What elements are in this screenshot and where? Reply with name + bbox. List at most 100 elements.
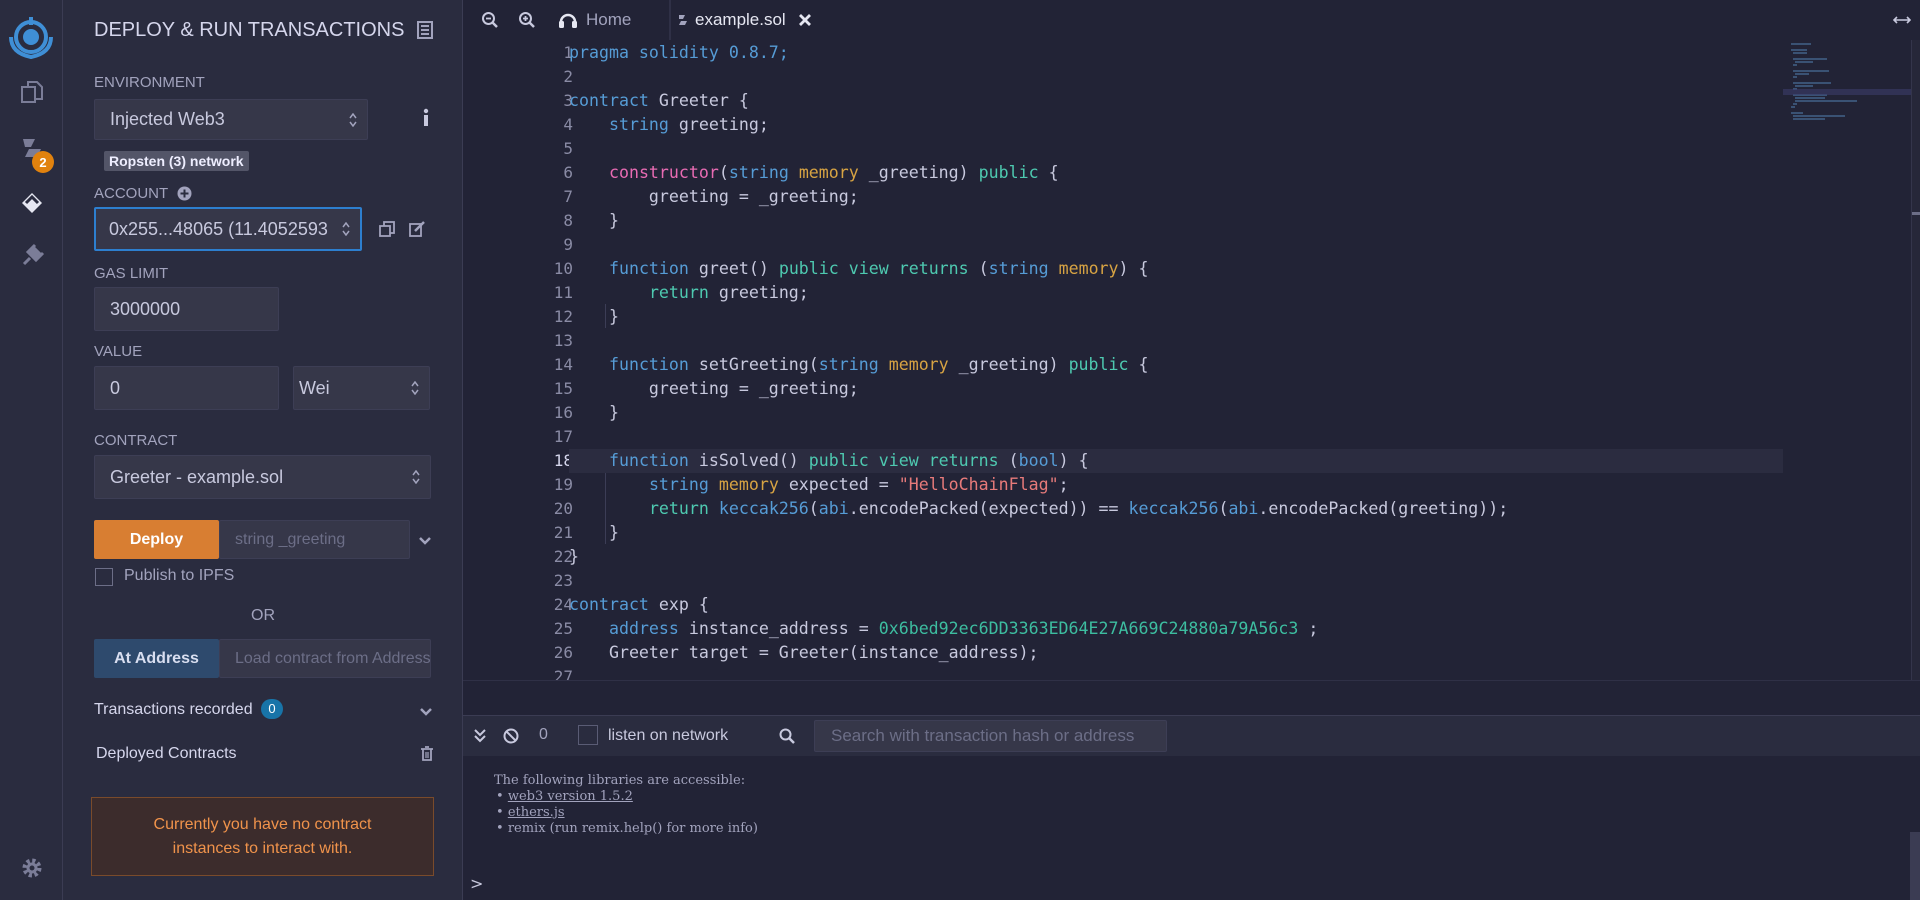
terminal-lib-item: • web3 version 1.5.2 bbox=[496, 789, 633, 804]
zoom-out-icon[interactable] bbox=[481, 11, 499, 34]
code-line[interactable]: pragma solidity 0.8.7; bbox=[569, 41, 789, 65]
file-explorer-icon[interactable] bbox=[16, 76, 48, 108]
code-token: returns bbox=[928, 451, 1009, 470]
code-minimap[interactable] bbox=[1783, 40, 1911, 680]
copy-account-icon[interactable] bbox=[379, 221, 395, 242]
line-number: 4 bbox=[563, 115, 573, 134]
transactions-chevron-icon[interactable] bbox=[419, 704, 433, 722]
collapse-terminal-icon[interactable] bbox=[473, 728, 487, 749]
code-line[interactable]: Greeter target = Greeter(instance_addres… bbox=[569, 641, 1039, 665]
code-editor[interactable]: 1 2 3 4 5 6 7 8 9 10 11 12 13 14 15 16 17 18 19 20 21 22 23 24 2… bbox=[463, 40, 1920, 680]
terminal-resize-bar[interactable] bbox=[463, 680, 1920, 716]
deploy-run-icon[interactable] bbox=[16, 187, 48, 219]
code-line[interactable]: function setGreeting(string memory _gree… bbox=[569, 353, 1149, 377]
line-number: 12 bbox=[553, 307, 573, 326]
value-unit-select[interactable]: Wei bbox=[293, 366, 430, 410]
add-account-icon[interactable] bbox=[177, 186, 192, 206]
code-token: address bbox=[608, 619, 689, 638]
code-token: view bbox=[878, 451, 929, 470]
remix-lib-text: remix (run remix.help() for more info) bbox=[507, 821, 758, 836]
expand-args-chevron-icon[interactable] bbox=[418, 533, 432, 551]
code-line[interactable]: return keccak256(abi.encodePacked(expect… bbox=[569, 497, 1508, 521]
code-token: contract bbox=[569, 595, 659, 614]
code-line[interactable]: } bbox=[569, 209, 619, 233]
account-select[interactable]: 0x255...48065 (11.4052593 bbox=[94, 207, 362, 251]
remix-logo-icon[interactable] bbox=[6, 12, 56, 62]
code-token: { bbox=[1138, 355, 1149, 374]
no-instances-alert: Currently you have no contract instances… bbox=[91, 797, 434, 876]
code-line[interactable]: } bbox=[569, 545, 579, 569]
code-token: public bbox=[1068, 355, 1139, 374]
code-line[interactable]: greeting = _greeting; bbox=[569, 377, 859, 401]
ethers-lib-link[interactable]: ethers.js bbox=[508, 805, 565, 820]
code-token: public bbox=[978, 163, 1049, 182]
zoom-in-icon[interactable] bbox=[518, 11, 536, 34]
transaction-search-input[interactable]: Search with transaction hash or address bbox=[814, 720, 1167, 752]
line-number: 1 bbox=[563, 43, 573, 62]
constructor-args-input[interactable]: string _greeting bbox=[219, 520, 410, 559]
close-tab-icon[interactable] bbox=[798, 13, 812, 27]
code-line[interactable]: string memory expected = "HelloChainFlag… bbox=[569, 473, 1069, 497]
network-badge: Ropsten (3) network bbox=[104, 151, 249, 171]
gas-limit-input[interactable]: 3000000 bbox=[94, 287, 279, 331]
tab-example-sol[interactable]: example.sol bbox=[677, 0, 827, 40]
toggle-panel-arrows-icon[interactable] bbox=[1892, 12, 1912, 30]
code-token: keccak256 bbox=[718, 499, 809, 518]
transactions-recorded-label[interactable]: Transactions recorded bbox=[94, 701, 253, 719]
code-line[interactable]: contract exp { bbox=[569, 593, 709, 617]
terminal-prompt[interactable]: > bbox=[470, 874, 483, 893]
code-token: return bbox=[648, 499, 719, 518]
code-line[interactable]: function isSolved() public view returns … bbox=[569, 449, 1809, 473]
environment-select[interactable]: Injected Web3 bbox=[94, 99, 368, 140]
listen-network-checkbox[interactable] bbox=[578, 725, 598, 745]
at-address-input[interactable]: Load contract from Address bbox=[219, 639, 431, 678]
value-input[interactable]: 0 bbox=[94, 366, 279, 410]
value-unit: Wei bbox=[299, 377, 330, 398]
code-token: Greeter target = Greeter(instance_addres… bbox=[569, 643, 1039, 662]
code-line[interactable]: string greeting; bbox=[569, 113, 769, 137]
code-lines[interactable]: pragma solidity 0.8.7; contract Greeter {… bbox=[569, 40, 1809, 680]
line-number: 11 bbox=[553, 283, 573, 302]
code-token: memory bbox=[718, 475, 789, 494]
terminal-scrollbar-thumb[interactable] bbox=[1910, 832, 1920, 900]
code-token: Greeter { bbox=[658, 91, 749, 110]
web3-lib-link[interactable]: web3 version 1.5.2 bbox=[508, 789, 633, 804]
listen-network-label: listen on network bbox=[608, 727, 729, 744]
documentation-icon[interactable] bbox=[417, 21, 433, 44]
sign-message-icon[interactable] bbox=[409, 221, 426, 242]
code-line[interactable]: contract Greeter { bbox=[569, 89, 749, 113]
line-number: 13 bbox=[553, 331, 573, 350]
terminal-lib-item: • ethers.js bbox=[496, 805, 565, 820]
contract-select[interactable]: Greeter - example.sol bbox=[94, 455, 431, 499]
code-token: ( bbox=[1218, 499, 1229, 518]
clear-instances-trash-icon[interactable] bbox=[420, 746, 434, 767]
code-token: ( bbox=[1008, 451, 1019, 470]
code-line[interactable]: } bbox=[569, 401, 619, 425]
code-line[interactable]: address instance_address = 0x6bed92ec6DD… bbox=[569, 617, 1318, 641]
code-line[interactable]: return greeting; bbox=[569, 281, 809, 305]
editor-vertical-scrollbar[interactable] bbox=[1911, 40, 1920, 680]
environment-info-icon[interactable] bbox=[422, 108, 430, 133]
code-line[interactable]: } bbox=[569, 521, 619, 545]
terminal-output[interactable]: The following libraries are accessible: … bbox=[463, 756, 1920, 900]
line-number: 8 bbox=[563, 211, 573, 230]
line-number-gutter: 1 2 3 4 5 6 7 8 9 10 11 12 13 14 15 16 17 18 19 20 21 22 23 24 2… bbox=[463, 40, 573, 680]
plugin-manager-icon[interactable] bbox=[16, 240, 48, 272]
code-line[interactable]: } bbox=[569, 305, 619, 329]
code-token: public bbox=[808, 451, 879, 470]
deploy-button[interactable]: Deploy bbox=[94, 520, 219, 559]
code-token: function bbox=[608, 355, 699, 374]
code-line[interactable]: function greet() public view returns (st… bbox=[569, 257, 1149, 281]
publish-ipfs-checkbox[interactable] bbox=[95, 568, 113, 586]
line-number: 2 bbox=[563, 67, 573, 86]
clear-console-ban-icon[interactable] bbox=[503, 728, 519, 749]
code-line[interactable]: constructor(string memory _greeting) pub… bbox=[569, 161, 1059, 185]
settings-gear-icon[interactable] bbox=[16, 852, 48, 884]
at-address-button[interactable]: At Address bbox=[94, 639, 219, 678]
code-token: ( bbox=[978, 259, 989, 278]
code-token: greeting; bbox=[718, 283, 809, 302]
terminal-intro: The following libraries are accessible: bbox=[494, 773, 746, 788]
code-line[interactable]: greeting = _greeting; bbox=[569, 185, 859, 209]
